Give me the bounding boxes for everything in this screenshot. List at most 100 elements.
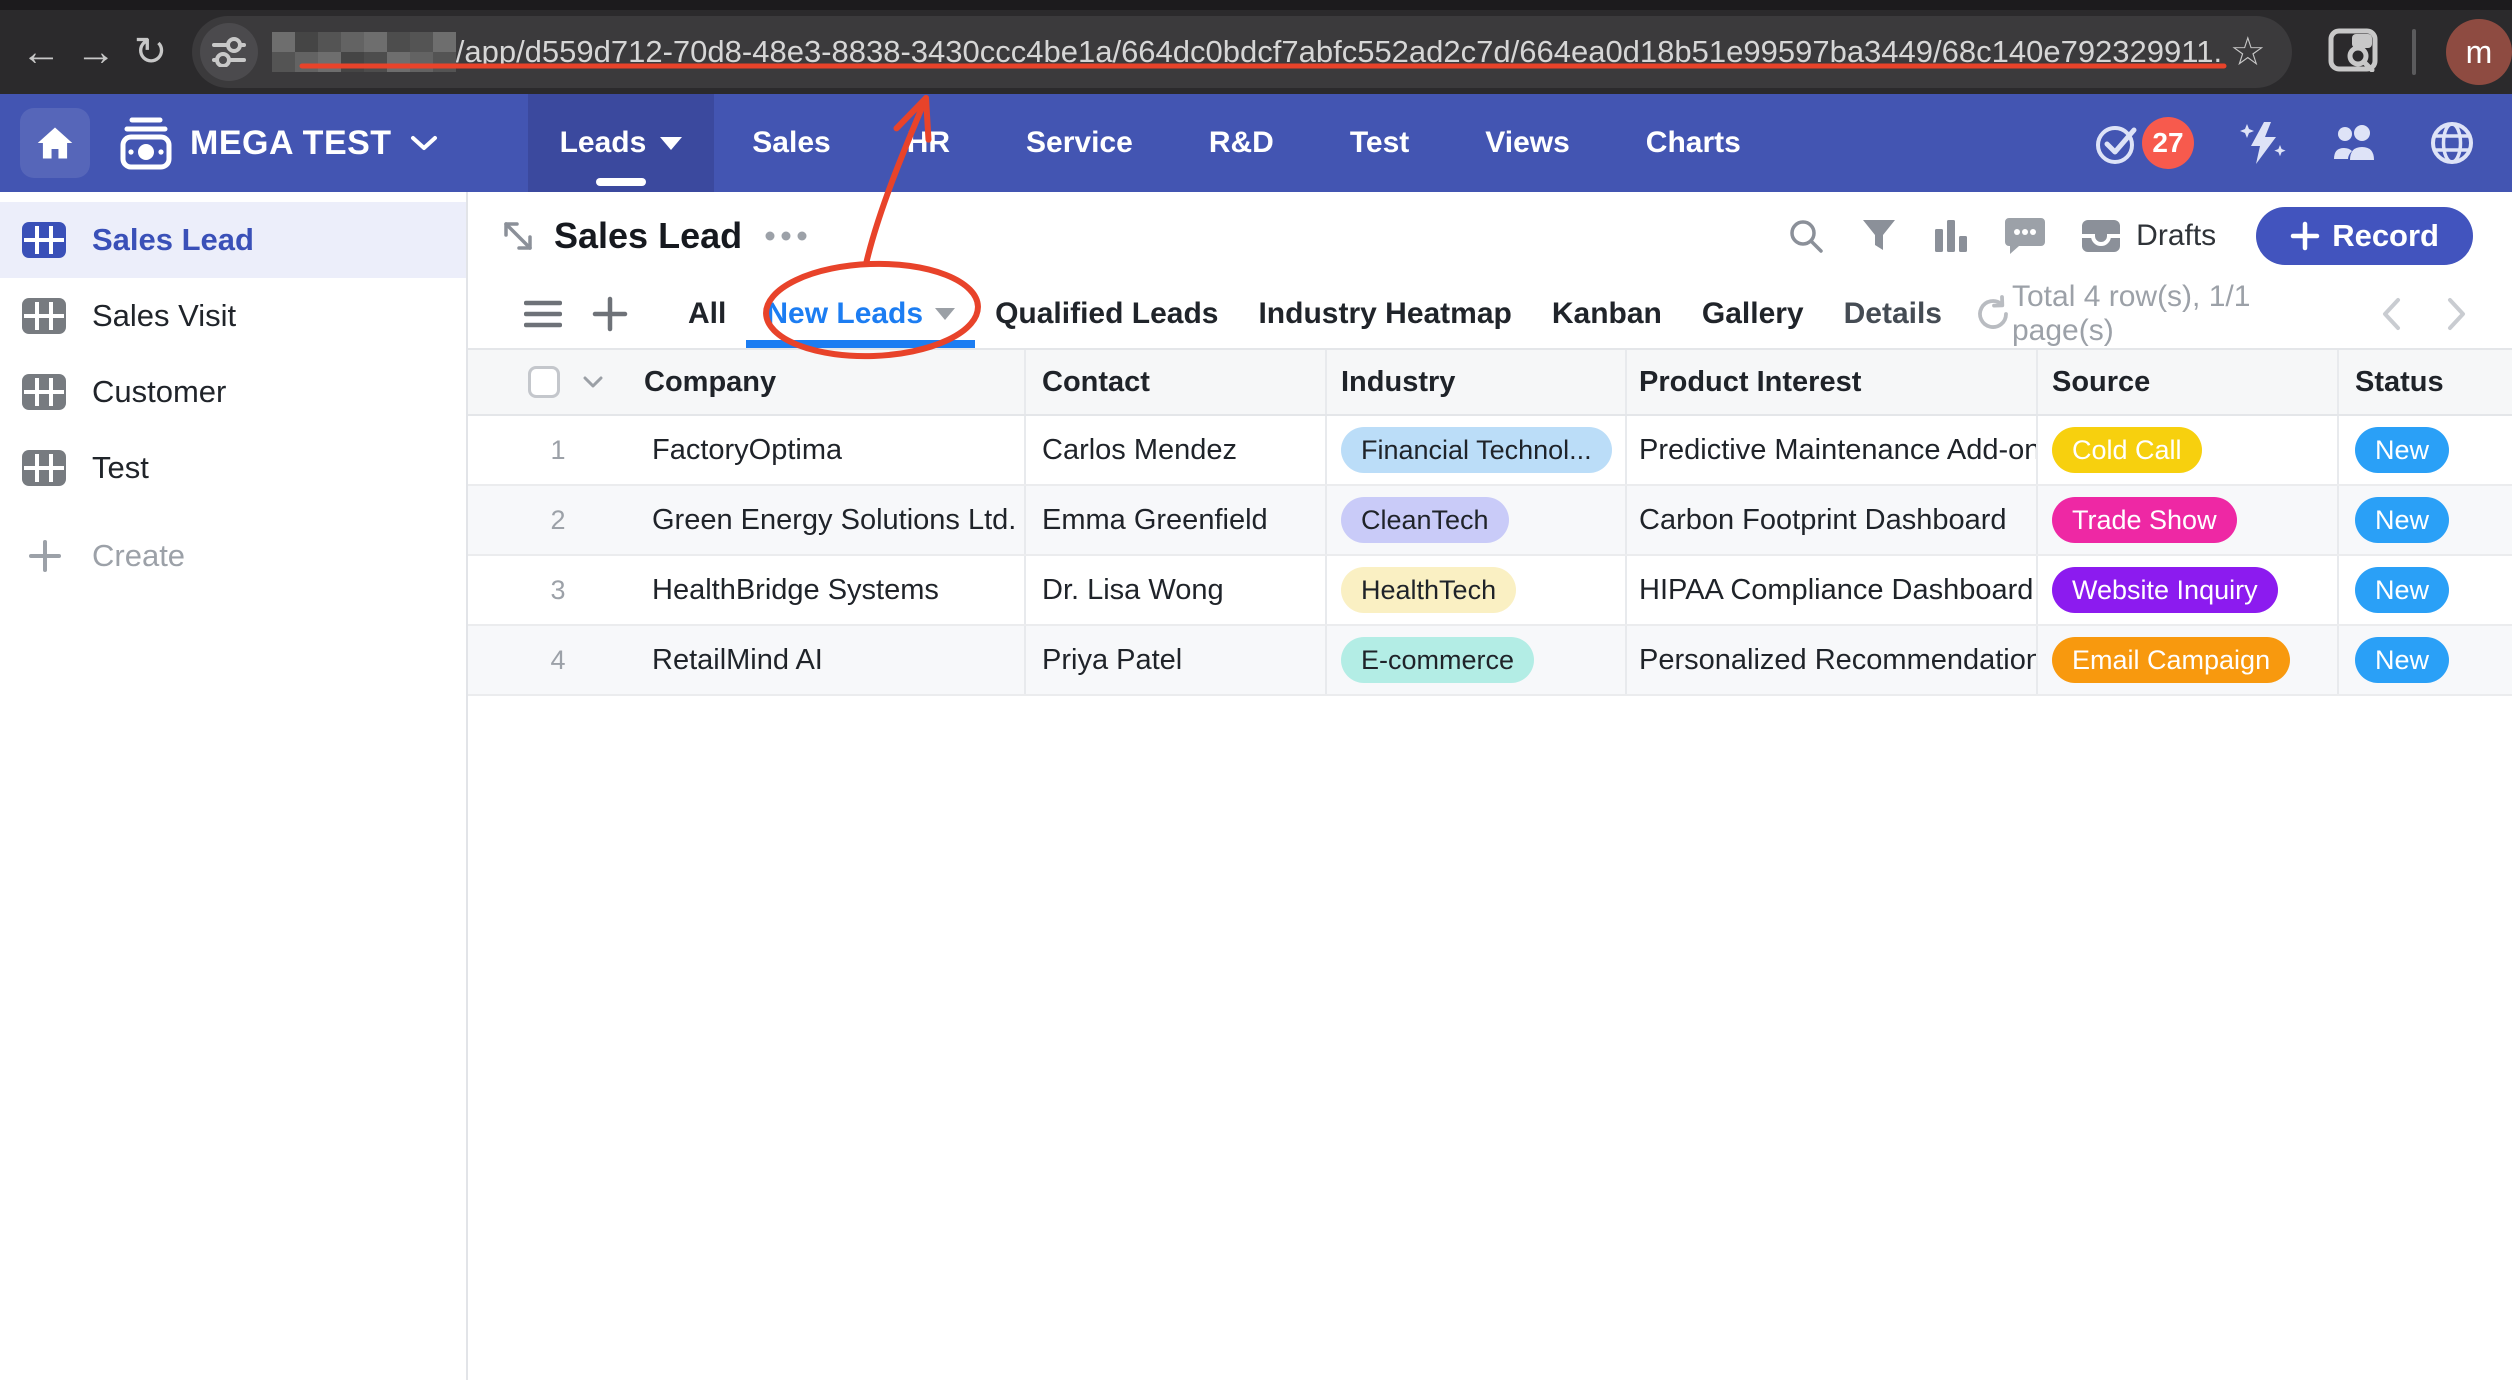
company-cell[interactable]: 2 Green Energy Solutions Ltd. (468, 486, 1026, 554)
bookmark-star-icon[interactable]: ☆ (2230, 29, 2266, 75)
drafts-button[interactable]: Drafts (2080, 218, 2216, 254)
view-tab-new-leads[interactable]: New Leads (746, 280, 975, 348)
view-tab-industry-heatmap[interactable]: Industry Heatmap (1238, 280, 1531, 348)
status-badge[interactable]: New (2355, 567, 2449, 613)
status-cell[interactable]: New (2339, 416, 2512, 484)
browser-forward-button[interactable]: → (69, 10, 124, 94)
search-tabs-icon[interactable] (2328, 28, 2378, 77)
sidebar-item-test[interactable]: Test (0, 430, 466, 506)
chevron-down-icon[interactable] (582, 375, 604, 389)
expand-diagonal-icon[interactable] (498, 216, 538, 256)
nav-tab-test[interactable]: Test (1312, 94, 1447, 192)
sidebar: Sales Lead Sales Visit Customer Test (0, 192, 468, 1380)
site-settings-icon[interactable] (200, 23, 258, 81)
browser-back-button[interactable]: ← (14, 10, 69, 94)
contact-cell[interactable]: Carlos Mendez (1026, 416, 1327, 484)
sidebar-item-customer[interactable]: Customer (0, 354, 466, 430)
industry-cell[interactable]: Financial Technol... (1327, 416, 1627, 484)
view-tab-details[interactable]: Details (1824, 280, 1962, 348)
table-grid-icon (22, 450, 66, 486)
status-cell[interactable]: New (2339, 486, 2512, 554)
dropdown-caret-icon (935, 308, 955, 320)
company-cell[interactable]: 4 RetailMind AI (468, 626, 1026, 694)
view-tab-gallery[interactable]: Gallery (1682, 280, 1824, 348)
product-interest-cell[interactable]: Carbon Footprint Dashboard (1627, 486, 2038, 554)
contact-value: Priya Patel (1042, 644, 1182, 677)
workspace-switcher[interactable]: MEGA TEST (190, 94, 438, 192)
new-record-button[interactable]: Record (2256, 207, 2473, 265)
industry-cell[interactable]: CleanTech (1327, 486, 1627, 554)
sidebar-item-sales-lead[interactable]: Sales Lead (0, 202, 466, 278)
contact-cell[interactable]: Dr. Lisa Wong (1026, 556, 1327, 624)
source-tag[interactable]: Email Campaign (2052, 637, 2290, 683)
nav-tab-hr[interactable]: HR (869, 94, 988, 192)
view-list-menu-icon[interactable] (524, 299, 562, 329)
search-icon[interactable] (1786, 216, 1826, 256)
comments-icon[interactable] (2004, 216, 2046, 256)
nav-tab-sales[interactable]: Sales (714, 94, 868, 192)
more-options-icon[interactable] (764, 230, 808, 242)
product-interest-cell[interactable]: HIPAA Compliance Dashboard (1627, 556, 2038, 624)
source-cell[interactable]: Website Inquiry (2038, 556, 2339, 624)
company-cell[interactable]: 3 HealthBridge Systems (468, 556, 1026, 624)
members-icon[interactable] (2332, 122, 2384, 164)
data-table: Company Contact Industry Product Interes… (468, 348, 2512, 696)
select-all-checkbox[interactable] (528, 366, 560, 398)
source-cell[interactable]: Trade Show (2038, 486, 2339, 554)
nav-tab-views[interactable]: Views (1447, 94, 1608, 192)
status-cell[interactable]: New (2339, 556, 2512, 624)
view-tab-all[interactable]: All (668, 280, 746, 348)
column-header-company[interactable]: Company (644, 366, 776, 399)
column-header-source[interactable]: Source (2052, 366, 2150, 399)
prev-page-icon[interactable] (2380, 296, 2402, 332)
nav-tab-charts[interactable]: Charts (1608, 94, 1779, 192)
chart-icon[interactable] (1932, 217, 1970, 255)
next-page-icon[interactable] (2446, 296, 2468, 332)
row-number: 4 (528, 645, 588, 676)
filter-icon[interactable] (1860, 217, 1898, 255)
create-table-button[interactable]: Create (0, 518, 466, 594)
column-header-product-interest[interactable]: Product Interest (1639, 366, 1861, 399)
industry-cell[interactable]: E-commerce (1327, 626, 1627, 694)
automation-bolt-icon[interactable] (2238, 118, 2288, 168)
source-tag[interactable]: Website Inquiry (2052, 567, 2278, 613)
source-tag[interactable]: Cold Call (2052, 427, 2202, 473)
tasks-check-icon[interactable]: 27 (2094, 117, 2194, 169)
product-interest-cell[interactable]: Personalized Recommendation En (1627, 626, 2038, 694)
industry-tag[interactable]: CleanTech (1341, 497, 1509, 543)
add-view-icon[interactable] (592, 296, 628, 332)
source-cell[interactable]: Email Campaign (2038, 626, 2339, 694)
home-button[interactable] (20, 108, 90, 178)
view-tab-kanban[interactable]: Kanban (1532, 280, 1682, 348)
browser-profile-avatar[interactable]: m (2446, 19, 2512, 85)
source-tag[interactable]: Trade Show (2052, 497, 2237, 543)
industry-cell[interactable]: HealthTech (1327, 556, 1627, 624)
column-header-industry[interactable]: Industry (1341, 366, 1455, 399)
status-badge[interactable]: New (2355, 497, 2449, 543)
industry-tag[interactable]: Financial Technol... (1341, 427, 1612, 473)
view-tab-qualified-leads[interactable]: Qualified Leads (975, 280, 1238, 348)
workspace-logo-icon[interactable] (118, 115, 174, 192)
notification-badge: 27 (2142, 117, 2194, 169)
nav-tab-leads[interactable]: Leads (528, 94, 715, 192)
column-header-status[interactable]: Status (2355, 366, 2444, 399)
source-cell[interactable]: Cold Call (2038, 416, 2339, 484)
status-cell[interactable]: New (2339, 626, 2512, 694)
product-interest-cell[interactable]: Predictive Maintenance Add-on (1627, 416, 2038, 484)
contact-value: Emma Greenfield (1042, 504, 1268, 537)
sidebar-item-sales-visit[interactable]: Sales Visit (0, 278, 466, 354)
globe-icon[interactable] (2428, 119, 2476, 167)
address-bar[interactable]: /app/d559d712-70d8-48e3-8838-3430ccc4be1… (192, 16, 2292, 88)
refresh-icon[interactable] (1974, 295, 2012, 333)
nav-tab-r-d[interactable]: R&D (1171, 94, 1312, 192)
status-badge[interactable]: New (2355, 427, 2449, 473)
column-header-contact[interactable]: Contact (1042, 366, 1150, 399)
contact-cell[interactable]: Priya Patel (1026, 626, 1327, 694)
nav-tab-service[interactable]: Service (988, 94, 1171, 192)
industry-tag[interactable]: HealthTech (1341, 567, 1516, 613)
browser-reload-button[interactable]: ↻ (123, 10, 178, 94)
industry-tag[interactable]: E-commerce (1341, 637, 1534, 683)
company-cell[interactable]: 1 FactoryOptima (468, 416, 1026, 484)
contact-cell[interactable]: Emma Greenfield (1026, 486, 1327, 554)
status-badge[interactable]: New (2355, 637, 2449, 683)
